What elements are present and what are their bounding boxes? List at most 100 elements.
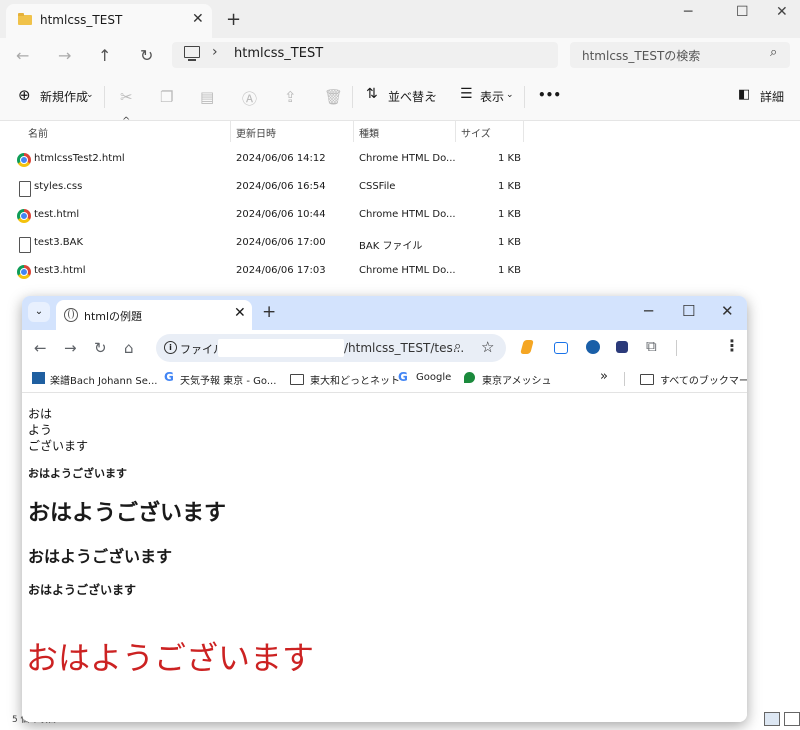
table-row[interactable]: test3.html 2024/06/06 17:03 Chrome HTML … [0, 257, 800, 285]
delete-icon[interactable]: 🗑 [324, 88, 343, 106]
br-line: よう [28, 423, 53, 437]
extension-icon[interactable] [554, 342, 568, 354]
search-box[interactable]: htmlcss_TESTの検索 ⌕ [570, 42, 790, 68]
address-bar[interactable]: i ファイル /htmlcss_TEST/tes... ⌕ ☆ [156, 334, 506, 362]
rename-icon[interactable]: Ⓐ [242, 88, 257, 109]
menu-kebab-icon[interactable]: ⋮ [724, 336, 740, 355]
folder-icon [290, 374, 304, 385]
details-button[interactable]: 詳細 [760, 88, 784, 105]
forward-arrow-icon[interactable]: → [64, 339, 77, 357]
table-row[interactable]: test.html 2024/06/06 10:44 Chrome HTML D… [0, 201, 800, 229]
heading-h5: おはようございます [28, 583, 137, 597]
paste-icon[interactable]: ▤ [200, 88, 214, 106]
chrome-toolbar: ← → ↻ ⌂ i ファイル /htmlcss_TEST/tes... ⌕ ☆ … [22, 330, 747, 366]
column-divider[interactable] [230, 120, 231, 142]
bookmark-item[interactable]: 楽譜Bach Johann Se... [50, 372, 157, 387]
new-button[interactable]: 新規作成 [40, 88, 88, 105]
toolbar-divider [104, 86, 105, 108]
explorer-tab[interactable]: htmlcss_TEST ✕ [6, 4, 212, 38]
extension-icon[interactable] [586, 340, 600, 354]
new-tab-button[interactable]: + [226, 9, 241, 30]
table-row[interactable]: htmlcssTest2.html 2024/06/06 14:12 Chrom… [0, 145, 800, 173]
column-header-type[interactable]: 種類 [359, 125, 379, 140]
chrome-tab-title: htmlの例題 [84, 310, 143, 323]
column-header-name[interactable]: 名前 [28, 125, 48, 140]
profile-avatar[interactable] [688, 340, 708, 356]
tab-search-button[interactable]: ⌄ [28, 302, 50, 322]
file-type: Chrome HTML Do... [359, 209, 456, 220]
home-icon[interactable]: ⌂ [124, 339, 134, 357]
table-row[interactable]: styles.css 2024/06/06 16:54 CSSFile 1 KB [0, 173, 800, 201]
sort-button[interactable]: 並べ替え [388, 88, 436, 105]
breadcrumb-folder[interactable]: htmlcss_TEST [234, 46, 323, 61]
redacted-url-block [218, 339, 344, 357]
column-divider[interactable] [455, 120, 456, 142]
close-window-button[interactable]: ✕ [721, 302, 734, 320]
extension-icon[interactable] [520, 340, 534, 354]
share-icon[interactable]: ⇪ [284, 88, 297, 106]
bookmark-item[interactable]: 東京アメッシュ [482, 372, 552, 387]
bookmark-folder[interactable]: 東大和どっとネット [310, 372, 400, 387]
refresh-icon[interactable]: ↻ [140, 46, 153, 65]
extensions-puzzle-icon[interactable]: ⧉ [646, 337, 657, 355]
bookmark-item[interactable]: Google [416, 372, 451, 383]
breadcrumb[interactable]: › htmlcss_TEST [172, 42, 558, 68]
page-content: おは よう ございます おはようございます おはようございます おはようございま… [22, 393, 747, 722]
globe-icon [64, 308, 78, 322]
column-divider[interactable] [353, 120, 354, 142]
close-tab-icon[interactable]: ✕ [234, 305, 246, 321]
back-arrow-icon[interactable]: ← [34, 339, 47, 357]
up-arrow-icon[interactable]: ↑ [98, 46, 111, 65]
heading-h6: おはようございます [28, 467, 127, 480]
view-button[interactable]: 表示 [480, 88, 504, 105]
chevron-down-icon: ⌄ [506, 90, 514, 100]
bookmarks-bar: 楽譜Bach Johann Se... G 天気予報 東京 - Go... 東大… [22, 366, 747, 393]
file-type: CSSFile [359, 181, 396, 192]
all-bookmarks-button[interactable]: すべてのブックマーク [660, 372, 747, 387]
google-icon: G [398, 370, 408, 384]
close-tab-icon[interactable]: ✕ [192, 11, 204, 27]
close-window-button[interactable]: ✕ [776, 4, 788, 20]
bookmark-item[interactable]: 天気予報 東京 - Go... [180, 372, 276, 387]
forward-arrow-icon[interactable]: → [58, 46, 71, 65]
explorer-toolbar: ⊕ 新規作成 ⌄ ✂ ❐ ▤ Ⓐ ⇪ 🗑 ⇅ 並べ替え ⌄ ☰ 表示 ⌄ •••… [0, 74, 800, 121]
chrome-icon [17, 153, 31, 167]
file-size: 1 KB [498, 153, 521, 164]
minimize-button[interactable]: ─ [684, 4, 692, 20]
file-date: 2024/06/06 14:12 [236, 153, 326, 164]
minimize-button[interactable]: ─ [644, 302, 653, 320]
heading-h3: おはようございます [28, 547, 173, 566]
file-type: Chrome HTML Do... [359, 265, 456, 276]
chevron-down-icon: ⌄ [430, 90, 438, 100]
extension-icon[interactable] [616, 341, 628, 353]
new-tab-button[interactable]: + [262, 302, 276, 322]
file-size: 1 KB [498, 209, 521, 220]
search-icon[interactable]: ⌕ [770, 45, 777, 60]
copy-icon[interactable]: ❐ [160, 88, 173, 106]
chrome-tab[interactable]: htmlの例題 ✕ [56, 300, 252, 330]
zoom-icon[interactable]: ⌕ [454, 339, 461, 354]
more-options-button[interactable]: ••• [538, 88, 561, 102]
maximize-button[interactable]: ☐ [682, 302, 695, 320]
maximize-button[interactable]: ☐ [736, 4, 749, 20]
cut-icon[interactable]: ✂ [120, 88, 133, 106]
chrome-icon [17, 265, 31, 279]
url-text[interactable]: /htmlcss_TEST/tes... [344, 341, 464, 355]
reload-icon[interactable]: ↻ [94, 339, 107, 357]
details-view-icon[interactable] [764, 712, 780, 726]
file-size: 1 KB [498, 265, 521, 276]
column-header-date[interactable]: 更新日時 [236, 125, 276, 140]
back-arrow-icon[interactable]: ← [16, 46, 29, 65]
table-row[interactable]: test3.BAK 2024/06/06 17:00 BAK ファイル 1 KB [0, 229, 800, 257]
column-divider[interactable] [523, 120, 524, 142]
bookmarks-overflow-icon[interactable]: » [600, 369, 608, 384]
column-header-size[interactable]: サイズ [461, 125, 491, 140]
bookmark-star-icon[interactable]: ☆ [481, 338, 494, 356]
bookmark-favicon-icon [32, 372, 45, 384]
file-icon [19, 181, 31, 197]
info-icon[interactable]: i [164, 341, 177, 354]
file-date: 2024/06/06 16:54 [236, 181, 326, 192]
bookmarks-divider [624, 372, 625, 386]
file-date: 2024/06/06 17:03 [236, 265, 326, 276]
tiles-view-icon[interactable] [784, 712, 800, 726]
